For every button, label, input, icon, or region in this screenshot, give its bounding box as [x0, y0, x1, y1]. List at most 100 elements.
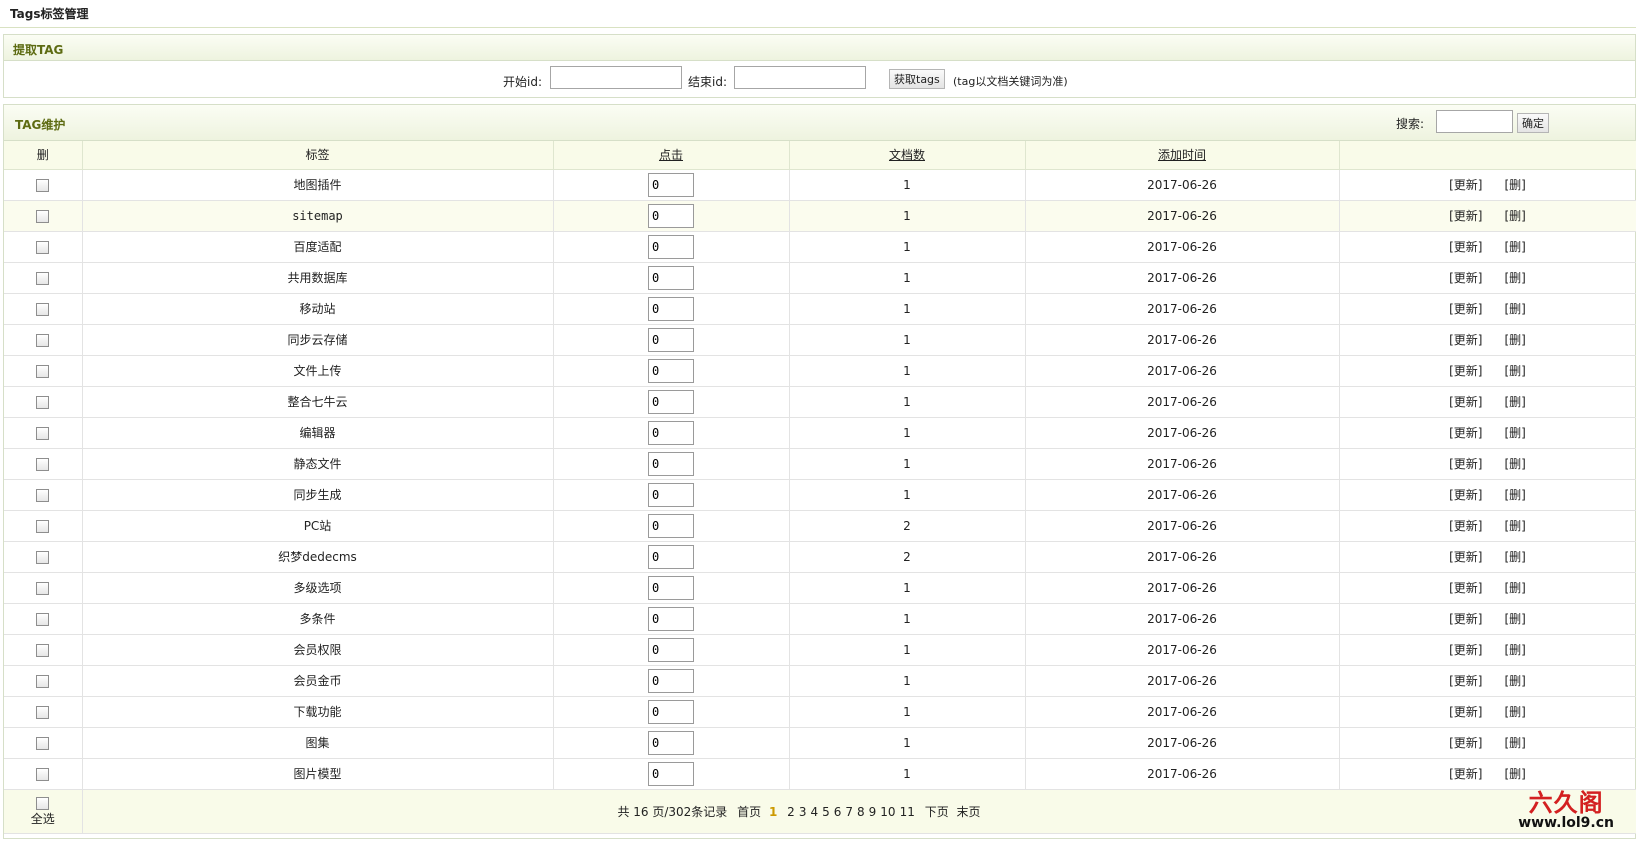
update-link[interactable]: [更新] — [1449, 238, 1482, 255]
row-checkbox[interactable] — [36, 550, 50, 564]
delete-link[interactable]: [删] — [1505, 362, 1526, 379]
clicks-input[interactable] — [648, 606, 694, 631]
clicks-input[interactable] — [648, 513, 694, 538]
clicks-input[interactable] — [648, 203, 694, 228]
delete-link[interactable]: [删] — [1505, 331, 1526, 348]
clicks-input[interactable] — [648, 420, 694, 445]
select-all-checkbox[interactable] — [36, 796, 50, 810]
row-checkbox[interactable] — [36, 488, 50, 502]
update-link[interactable]: [更新] — [1449, 672, 1482, 689]
start-id-input[interactable] — [550, 66, 682, 89]
clicks-input[interactable] — [648, 265, 694, 290]
end-id-input[interactable] — [734, 66, 866, 89]
row-checkbox[interactable] — [36, 705, 50, 719]
delete-link[interactable]: [删] — [1505, 672, 1526, 689]
delete-link[interactable]: [删] — [1505, 176, 1526, 193]
update-link[interactable]: [更新] — [1449, 176, 1482, 193]
update-link[interactable]: [更新] — [1449, 579, 1482, 596]
page-link[interactable]: 5 — [822, 805, 830, 819]
row-checkbox[interactable] — [36, 643, 50, 657]
clicks-input[interactable] — [648, 234, 694, 259]
next-page-link[interactable]: 下页 — [925, 805, 949, 819]
row-checkbox[interactable] — [36, 581, 50, 595]
col-header-added[interactable]: 添加时间 — [1025, 141, 1340, 170]
delete-link[interactable]: [删] — [1505, 300, 1526, 317]
row-checkbox[interactable] — [36, 240, 50, 254]
update-link[interactable]: [更新] — [1449, 548, 1482, 565]
last-page-link[interactable]: 末页 — [957, 805, 981, 819]
clicks-input[interactable] — [648, 544, 694, 569]
delete-link[interactable]: [删] — [1505, 393, 1526, 410]
update-link[interactable]: [更新] — [1449, 486, 1482, 503]
search-input[interactable] — [1436, 110, 1513, 133]
fetch-tags-button[interactable]: 获取tags — [889, 69, 945, 89]
update-link[interactable]: [更新] — [1449, 455, 1482, 472]
sort-added-link[interactable]: 添加时间 — [1158, 148, 1206, 162]
clicks-input[interactable] — [648, 358, 694, 383]
update-link[interactable]: [更新] — [1449, 207, 1482, 224]
clicks-input[interactable] — [648, 668, 694, 693]
clicks-input[interactable] — [648, 296, 694, 321]
update-link[interactable]: [更新] — [1449, 269, 1482, 286]
row-checkbox[interactable] — [36, 612, 50, 626]
col-header-clicks[interactable]: 点击 — [553, 141, 790, 170]
row-checkbox[interactable] — [36, 426, 50, 440]
delete-link[interactable]: [删] — [1505, 424, 1526, 441]
row-checkbox[interactable] — [36, 364, 50, 378]
row-checkbox[interactable] — [36, 395, 50, 409]
delete-link[interactable]: [删] — [1505, 517, 1526, 534]
first-page-link[interactable]: 首页 — [737, 805, 761, 819]
row-checkbox[interactable] — [36, 333, 50, 347]
page-link[interactable]: 4 — [810, 805, 818, 819]
delete-link[interactable]: [删] — [1505, 610, 1526, 627]
delete-link[interactable]: [删] — [1505, 765, 1526, 782]
update-link[interactable]: [更新] — [1449, 424, 1482, 441]
delete-link[interactable]: [删] — [1505, 455, 1526, 472]
page-link[interactable]: 7 — [845, 805, 853, 819]
delete-link[interactable]: [删] — [1505, 238, 1526, 255]
page-link[interactable]: 8 — [857, 805, 865, 819]
delete-link[interactable]: [删] — [1505, 486, 1526, 503]
delete-link[interactable]: [删] — [1505, 548, 1526, 565]
update-link[interactable]: [更新] — [1449, 362, 1482, 379]
page-link[interactable]: 11 — [900, 805, 915, 819]
clicks-input[interactable] — [648, 761, 694, 786]
search-confirm-button[interactable]: 确定 — [1517, 113, 1549, 133]
row-checkbox[interactable] — [36, 178, 50, 192]
clicks-input[interactable] — [648, 575, 694, 600]
update-link[interactable]: [更新] — [1449, 765, 1482, 782]
clicks-input[interactable] — [648, 637, 694, 662]
row-checkbox[interactable] — [36, 767, 50, 781]
clicks-input[interactable] — [648, 327, 694, 352]
update-link[interactable]: [更新] — [1449, 331, 1482, 348]
col-header-docs[interactable]: 文档数 — [789, 141, 1026, 170]
update-link[interactable]: [更新] — [1449, 734, 1482, 751]
row-checkbox[interactable] — [36, 519, 50, 533]
page-link[interactable]: 6 — [834, 805, 842, 819]
update-link[interactable]: [更新] — [1449, 393, 1482, 410]
update-link[interactable]: [更新] — [1449, 300, 1482, 317]
delete-link[interactable]: [删] — [1505, 269, 1526, 286]
page-link[interactable]: 10 — [880, 805, 895, 819]
row-checkbox[interactable] — [36, 457, 50, 471]
page-link[interactable]: 3 — [799, 805, 807, 819]
row-checkbox[interactable] — [36, 736, 50, 750]
update-link[interactable]: [更新] — [1449, 610, 1482, 627]
update-link[interactable]: [更新] — [1449, 703, 1482, 720]
row-checkbox[interactable] — [36, 209, 50, 223]
clicks-input[interactable] — [648, 389, 694, 414]
sort-clicks-link[interactable]: 点击 — [659, 148, 683, 162]
delete-link[interactable]: [删] — [1505, 579, 1526, 596]
update-link[interactable]: [更新] — [1449, 641, 1482, 658]
delete-link[interactable]: [删] — [1505, 207, 1526, 224]
clicks-input[interactable] — [648, 172, 694, 197]
clicks-input[interactable] — [648, 699, 694, 724]
page-link[interactable]: 9 — [869, 805, 877, 819]
row-checkbox[interactable] — [36, 674, 50, 688]
delete-link[interactable]: [删] — [1505, 641, 1526, 658]
clicks-input[interactable] — [648, 730, 694, 755]
clicks-input[interactable] — [648, 451, 694, 476]
row-checkbox[interactable] — [36, 271, 50, 285]
row-checkbox[interactable] — [36, 302, 50, 316]
sort-docs-link[interactable]: 文档数 — [889, 148, 925, 162]
